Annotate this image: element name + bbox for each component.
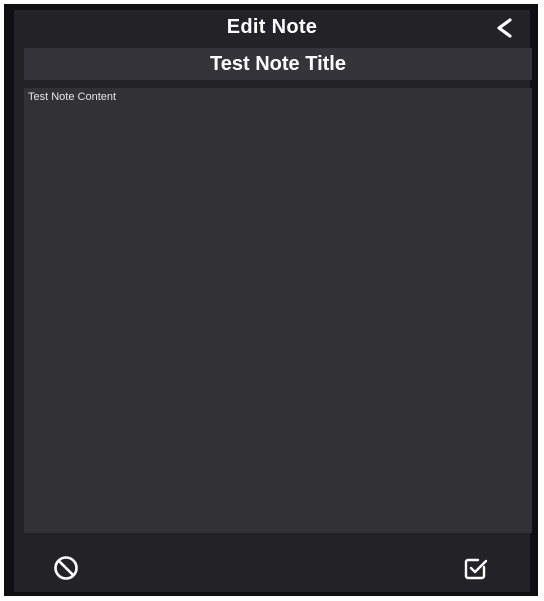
checkbox-check-icon [464,558,488,580]
edit-note-screen: Edit Note Test Note Title Test Note Cont… [14,10,532,592]
note-content-input[interactable]: Test Note Content [24,88,532,533]
app-bar: Edit Note [14,10,530,46]
device-frame: Edit Note Test Note Title Test Note Cont… [4,4,538,596]
cancel-button[interactable] [52,554,80,582]
chevron-left-icon [497,18,512,38]
save-button[interactable] [462,554,490,582]
bottom-toolbar [14,538,530,592]
back-button[interactable] [492,16,518,40]
note-title-input[interactable]: Test Note Title [24,48,532,80]
page-title: Edit Note [226,16,318,38]
no-entry-icon [54,556,78,580]
